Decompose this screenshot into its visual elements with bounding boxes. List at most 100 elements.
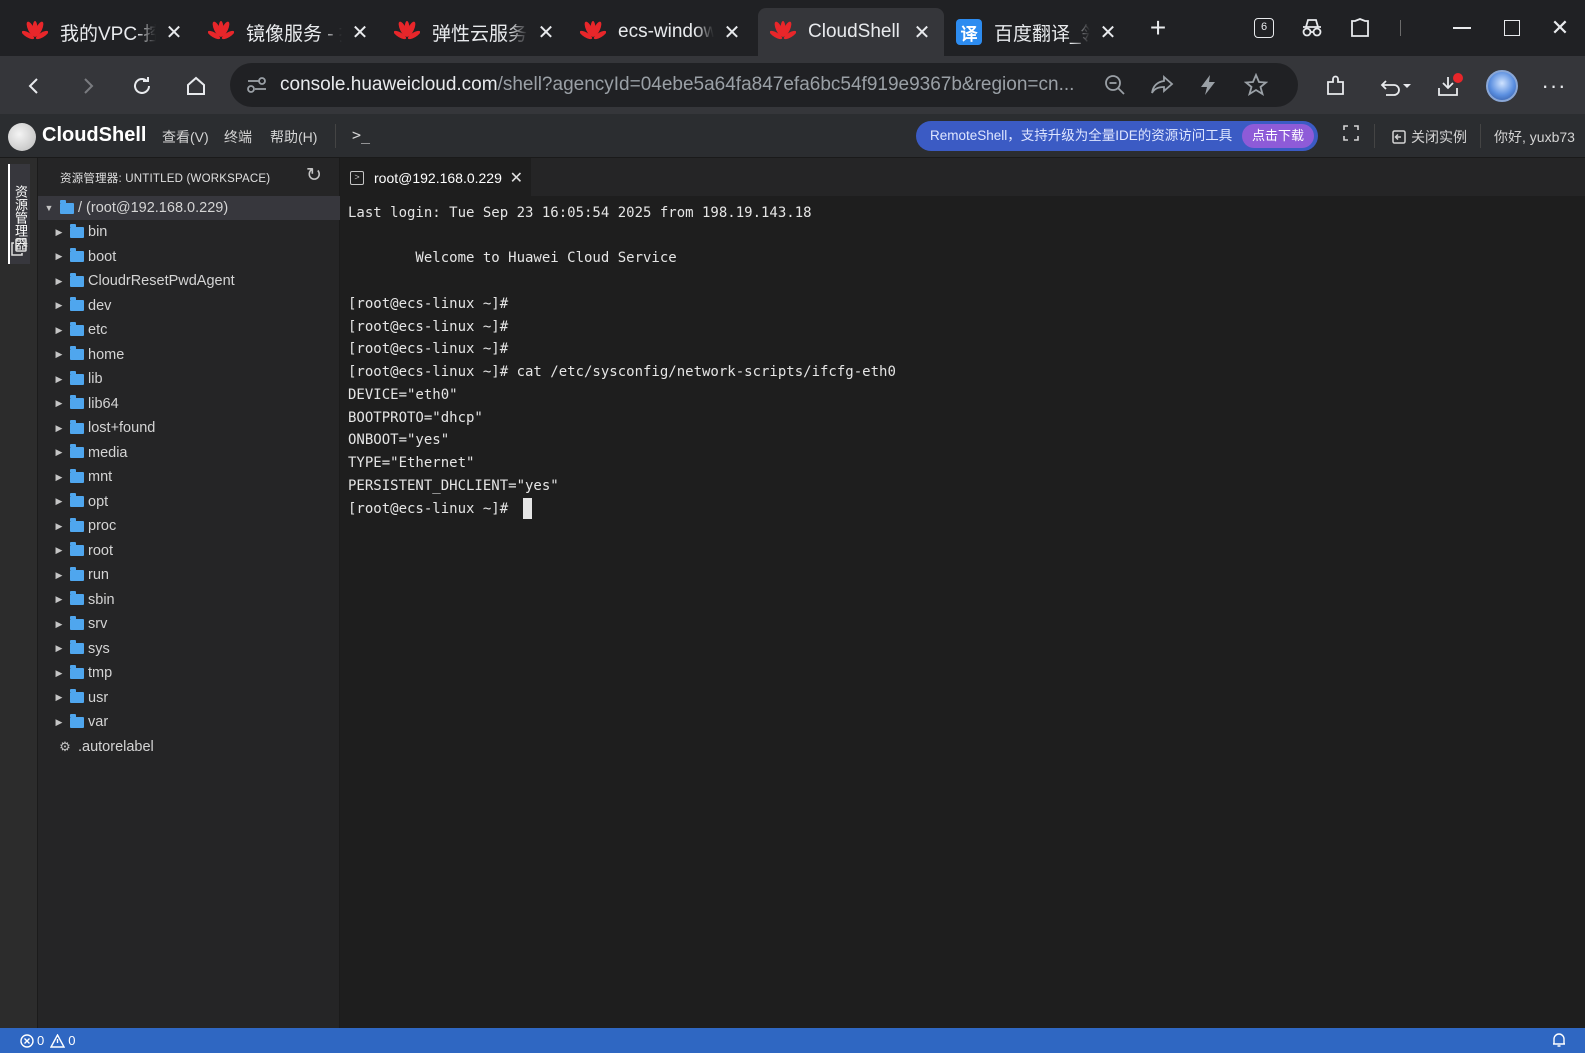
problems-indicator[interactable]: 0 0 bbox=[20, 1033, 75, 1048]
menu-terminal[interactable]: 终端 bbox=[224, 127, 252, 147]
chevron-right-icon[interactable]: ▶ bbox=[54, 374, 64, 385]
tree-folder-item[interactable]: ▶ srv bbox=[38, 612, 340, 637]
tree-root-row[interactable]: ▼ / (root@192.168.0.229) bbox=[38, 196, 340, 220]
chevron-right-icon[interactable]: ▶ bbox=[54, 643, 64, 654]
reload-button[interactable] bbox=[124, 68, 160, 104]
browser-tab-3[interactable]: 弹性云服务器 ✕ bbox=[382, 8, 568, 56]
tree-folder-item[interactable]: ▶ run bbox=[38, 563, 340, 588]
chevron-right-icon[interactable]: ▶ bbox=[54, 325, 64, 336]
lightning-icon[interactable] bbox=[1198, 74, 1218, 101]
terminal-line: TYPE="Ethernet" bbox=[348, 455, 475, 471]
notifications-bell-icon[interactable] bbox=[1552, 1032, 1566, 1051]
fullscreen-icon[interactable] bbox=[1343, 125, 1359, 144]
tree-folder-item[interactable]: ▶ boot bbox=[38, 245, 340, 270]
url-text[interactable]: console.huaweicloud.com/shell?agencyId=0… bbox=[280, 63, 1115, 107]
chevron-right-icon[interactable]: ▶ bbox=[54, 398, 64, 409]
close-tab-icon[interactable]: ✕ bbox=[912, 20, 932, 45]
chevron-right-icon[interactable]: ▶ bbox=[54, 545, 64, 556]
refresh-icon[interactable]: ↻ bbox=[306, 164, 322, 187]
browser-tab-1[interactable]: 我的VPC-控制台 ✕ bbox=[10, 8, 196, 56]
extensions-puzzle-icon[interactable] bbox=[1318, 68, 1354, 104]
terminal-output[interactable]: Last login: Tue Sep 23 16:05:54 2025 fro… bbox=[340, 196, 1585, 1028]
tree-folder-item[interactable]: ▶ opt bbox=[38, 490, 340, 515]
chevron-right-icon[interactable]: ▶ bbox=[54, 692, 64, 703]
menu-help[interactable]: 帮助(H) bbox=[270, 127, 317, 147]
tree-folder-item[interactable]: ▶ tmp bbox=[38, 661, 340, 686]
chevron-right-icon[interactable]: ▶ bbox=[54, 594, 64, 605]
tree-item-label: root bbox=[88, 542, 113, 559]
tree-folder-item[interactable]: ▶ sbin bbox=[38, 588, 340, 613]
browser-tab-2[interactable]: 镜像服务 - 控制台 ✕ bbox=[196, 8, 382, 56]
chevron-right-icon[interactable]: ▶ bbox=[54, 276, 64, 287]
chevron-right-icon[interactable]: ▶ bbox=[54, 300, 64, 311]
address-bar[interactable]: console.huaweicloud.com/shell?agencyId=0… bbox=[230, 63, 1298, 107]
chevron-right-icon[interactable]: ▶ bbox=[54, 472, 64, 483]
close-tab-icon[interactable]: ✕ bbox=[722, 20, 742, 45]
tree-folder-item[interactable]: ▶ mnt bbox=[38, 465, 340, 490]
profile-avatar[interactable] bbox=[1484, 68, 1520, 104]
chevron-right-icon[interactable]: ▶ bbox=[54, 496, 64, 507]
zoom-icon[interactable] bbox=[1104, 74, 1126, 101]
close-terminal-icon[interactable]: ✕ bbox=[510, 168, 523, 188]
back-button[interactable] bbox=[16, 68, 52, 104]
site-info-icon[interactable] bbox=[246, 75, 268, 100]
new-tab-button[interactable]: + bbox=[1140, 10, 1176, 46]
chevron-right-icon[interactable]: ▶ bbox=[54, 668, 64, 679]
tree-folder-item[interactable]: ▶ dev bbox=[38, 294, 340, 319]
tree-folder-item[interactable]: ▶ media bbox=[38, 441, 340, 466]
minimize-button[interactable] bbox=[1444, 10, 1480, 46]
tab-count-button[interactable]: 6 bbox=[1246, 10, 1282, 46]
history-back-menu-icon[interactable] bbox=[1372, 68, 1418, 104]
tree-folder-item[interactable]: ▶ lost+found bbox=[38, 416, 340, 441]
chevron-right-icon[interactable]: ▶ bbox=[54, 521, 64, 532]
chevron-right-icon[interactable]: ▶ bbox=[54, 570, 64, 581]
tree-folder-item[interactable]: ▶ proc bbox=[38, 514, 340, 539]
home-button[interactable] bbox=[178, 68, 214, 104]
user-greeting[interactable]: 你好, yuxb73 bbox=[1494, 127, 1575, 147]
chevron-right-icon[interactable]: ▶ bbox=[54, 717, 64, 728]
chevron-right-icon[interactable]: ▶ bbox=[54, 227, 64, 238]
browser-tab-strip: 我的VPC-控制台 ✕ 镜像服务 - 控制台 ✕ 弹性云服务器 ✕ ecs-wi… bbox=[0, 0, 1585, 56]
tree-folder-item[interactable]: ▶ bin bbox=[38, 220, 340, 245]
tree-folder-item[interactable]: ▶ etc bbox=[38, 318, 340, 343]
maximize-button[interactable] bbox=[1494, 10, 1530, 46]
menu-view[interactable]: 查看(V) bbox=[162, 127, 209, 147]
terminal-tab[interactable]: > root@192.168.0.229 ✕ bbox=[340, 158, 531, 196]
close-tab-icon[interactable]: ✕ bbox=[1098, 20, 1118, 45]
browser-tab-cloudshell[interactable]: CloudShell ✕ bbox=[758, 8, 944, 56]
tree-folder-item[interactable]: ▶ sys bbox=[38, 637, 340, 662]
forward-button[interactable] bbox=[70, 68, 106, 104]
terminal-prompt-icon[interactable]: >_ bbox=[352, 126, 370, 144]
close-tab-icon[interactable]: ✕ bbox=[164, 20, 184, 45]
extensions-icon[interactable] bbox=[1342, 10, 1378, 46]
tree-folder-item[interactable]: ▶ home bbox=[38, 343, 340, 368]
tree-folder-item[interactable]: ▶ lib64 bbox=[38, 392, 340, 417]
tree-folder-item[interactable]: ▶ usr bbox=[38, 686, 340, 711]
tree-folder-item[interactable]: ▶ CloudrResetPwdAgent bbox=[38, 269, 340, 294]
more-menu-icon[interactable]: ··· bbox=[1536, 68, 1572, 104]
tree-folder-item[interactable]: ▶ lib bbox=[38, 367, 340, 392]
incognito-icon[interactable] bbox=[1294, 10, 1330, 46]
download-button[interactable]: 点击下载 bbox=[1241, 124, 1314, 148]
tree-root[interactable]: ▼ / (root@192.168.0.229) bbox=[38, 196, 340, 221]
share-icon[interactable] bbox=[1150, 74, 1174, 101]
tree-folder-item[interactable]: ▶ var bbox=[38, 710, 340, 735]
chevron-down-icon[interactable]: ▼ bbox=[44, 203, 54, 213]
close-tab-icon[interactable]: ✕ bbox=[536, 20, 556, 45]
browser-tab-4[interactable]: ecs-windows ✕ bbox=[568, 8, 754, 56]
bookmark-star-icon[interactable] bbox=[1243, 72, 1269, 102]
chevron-right-icon[interactable]: ▶ bbox=[54, 423, 64, 434]
copy-files-icon[interactable] bbox=[11, 238, 27, 261]
tree-folder-item[interactable]: ▶ root bbox=[38, 539, 340, 564]
browser-tab-6[interactable]: 译 百度翻译_领 ✕ bbox=[944, 8, 1130, 56]
chevron-right-icon[interactable]: ▶ bbox=[54, 349, 64, 360]
close-window-button[interactable]: ✕ bbox=[1542, 10, 1578, 46]
downloads-icon[interactable] bbox=[1432, 68, 1468, 104]
tree-file-item[interactable]: ⚙ .autorelabel bbox=[38, 735, 340, 760]
chevron-right-icon[interactable]: ▶ bbox=[54, 447, 64, 458]
chevron-right-icon[interactable]: ▶ bbox=[54, 619, 64, 630]
remoteshell-banner[interactable]: RemoteShell，支持升级为全量IDE的资源访问工具 点击下载 bbox=[916, 121, 1318, 151]
close-instance-button[interactable]: 关闭实例 bbox=[1392, 127, 1467, 147]
close-tab-icon[interactable]: ✕ bbox=[350, 20, 370, 45]
chevron-right-icon[interactable]: ▶ bbox=[54, 251, 64, 262]
